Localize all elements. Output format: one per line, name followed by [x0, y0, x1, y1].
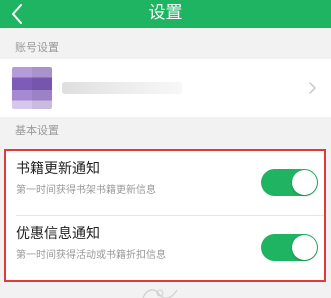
settings-page: 设置 账号设置 基本设置 书籍更新通知 第一时间获得书架书籍更新信息 优惠信息通… [0, 0, 331, 298]
book-update-toggle[interactable] [261, 169, 318, 196]
setting-row-promo: 优惠信息通知 第一时间获得活动或书籍折扣信息 [6, 216, 324, 280]
promo-toggle[interactable] [261, 234, 318, 261]
setting-description: 第一时间获得书架书籍更新信息 [16, 185, 156, 196]
account-row[interactable] [0, 59, 331, 117]
toggle-knob [292, 235, 317, 260]
setting-description: 第一时间获得活动或书籍折扣信息 [16, 250, 166, 261]
setting-title: 优惠信息通知 [16, 226, 100, 242]
account-name-blurred [62, 82, 182, 94]
section-label-account: 账号设置 [15, 41, 59, 54]
avatar [12, 67, 52, 109]
setting-row-book-update: 书籍更新通知 第一时间获得书架书籍更新信息 [6, 151, 324, 216]
toggle-knob [292, 170, 317, 195]
notification-settings-card: 书籍更新通知 第一时间获得书架书籍更新信息 优惠信息通知 第一时间获得活动或书籍… [4, 149, 326, 282]
watermark-logo-icon [142, 289, 178, 298]
setting-title: 书籍更新通知 [16, 161, 100, 177]
top-nav-bar: 设置 [0, 0, 331, 28]
chevron-right-icon [309, 82, 316, 94]
page-title: 设置 [148, 3, 183, 23]
section-label-basic: 基本设置 [15, 124, 59, 137]
